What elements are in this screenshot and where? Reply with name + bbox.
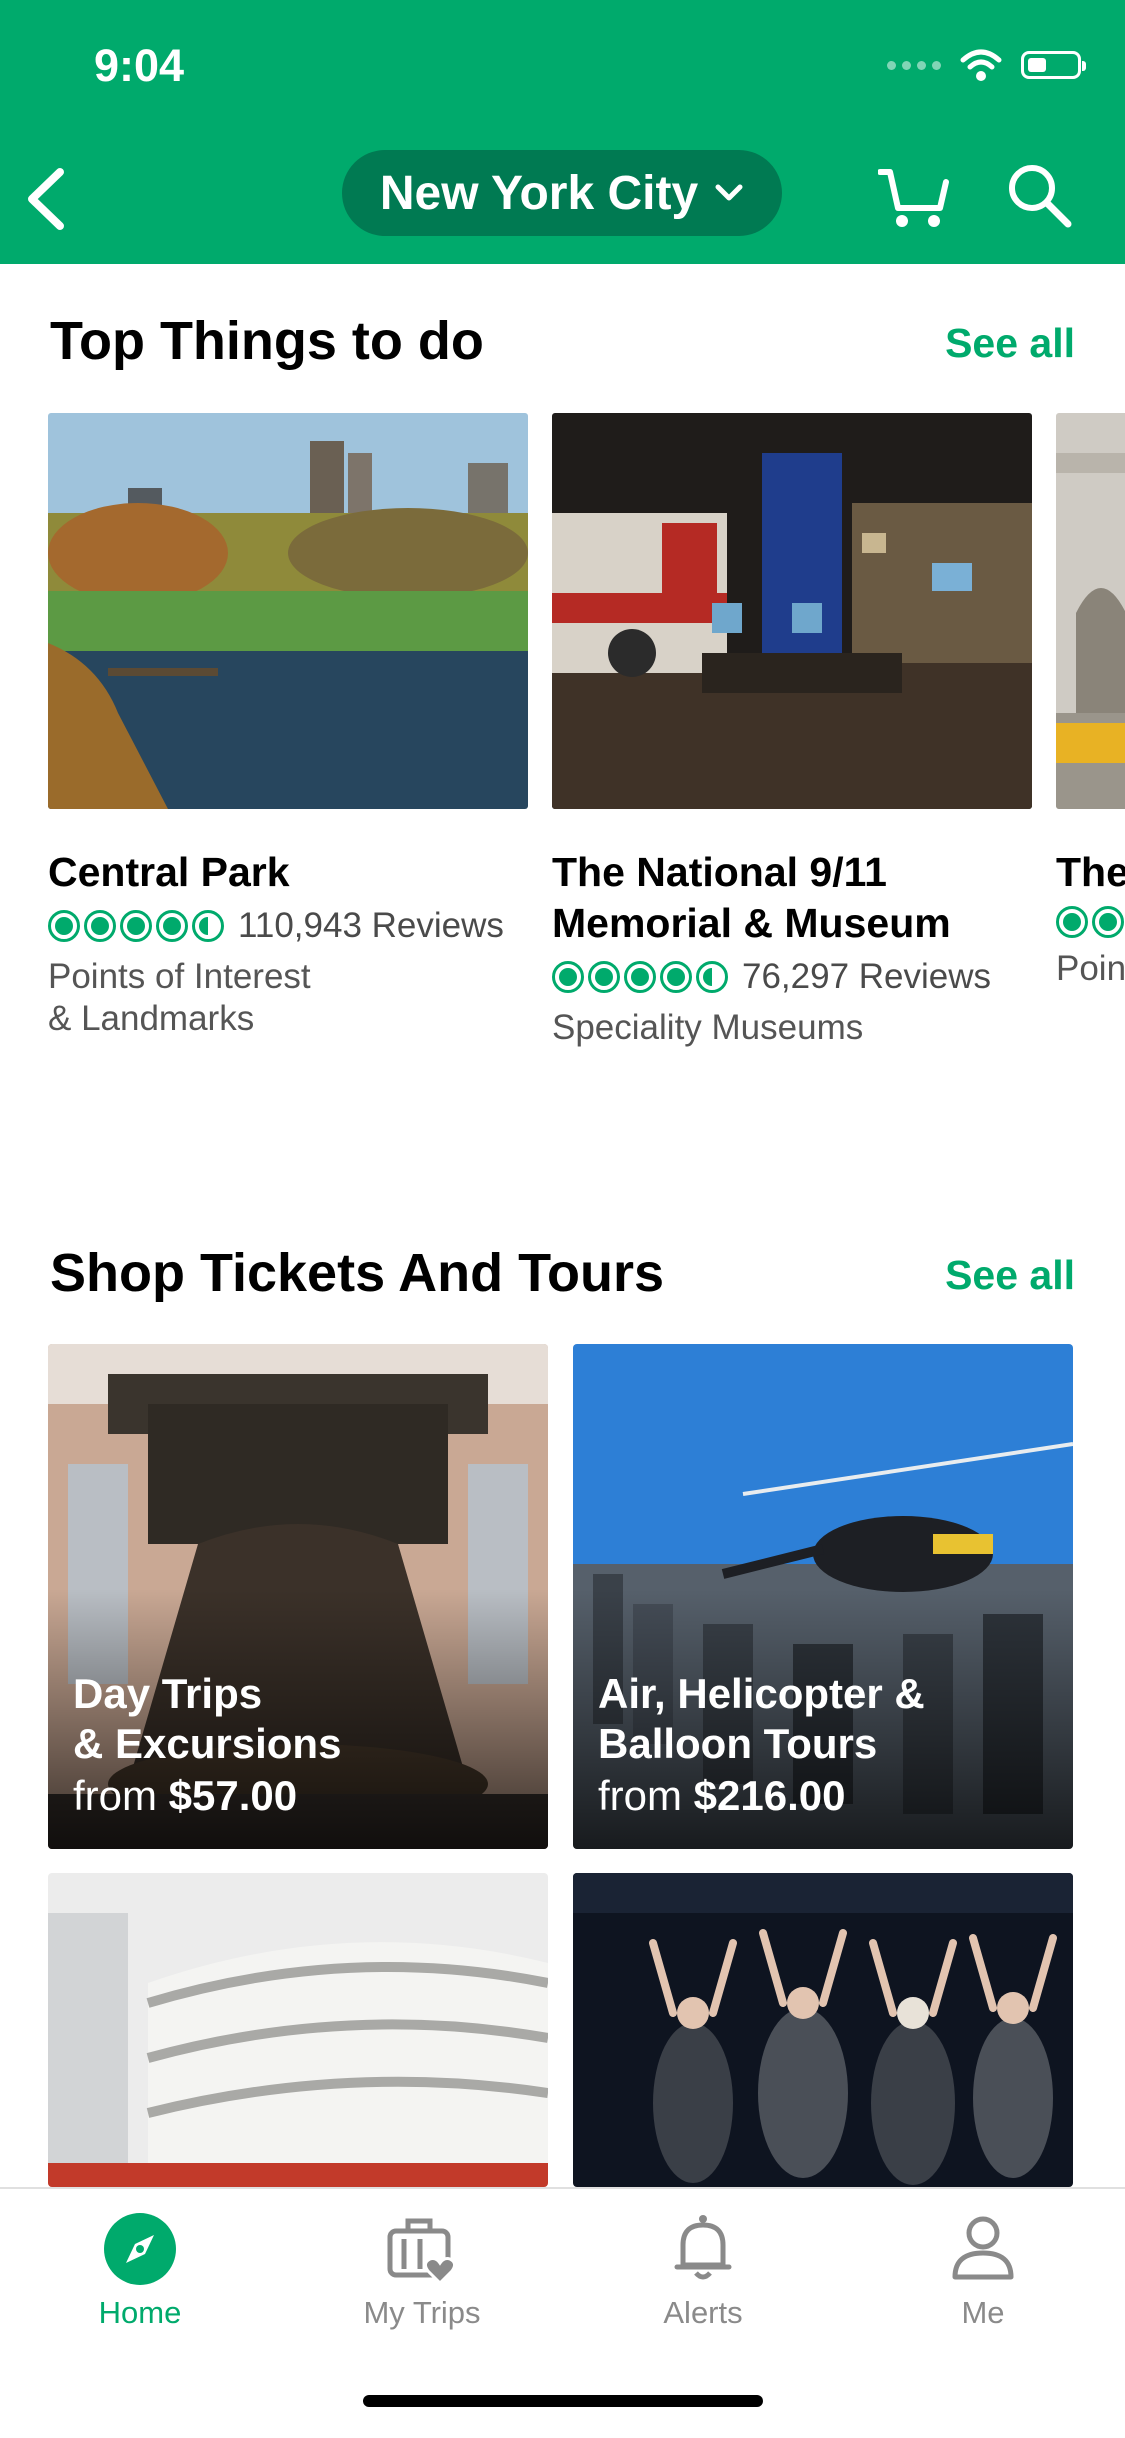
tile-caption: Day Trips & Excursions from $57.00	[73, 1669, 341, 1823]
app-header: 9:04 New York City	[0, 0, 1125, 264]
attraction-name: The National 9/11 Memorial & Museum	[552, 849, 951, 946]
attraction-card[interactable]: Central Park 110,943 Reviews Points of I…	[48, 413, 528, 1040]
tab-label: My Trips	[363, 2295, 481, 2330]
review-count: 110,943 Reviews	[238, 906, 504, 945]
rating-bubbles-icon	[1056, 906, 1125, 938]
tour-category-tile[interactable]	[573, 1873, 1073, 2187]
tab-label: Me	[961, 2295, 1005, 2330]
tour-category-name: Day Trips & Excursions	[73, 1670, 342, 1767]
review-count: 76,297 Reviews	[742, 957, 992, 996]
suitcase-heart-icon	[382, 2209, 462, 2289]
status-time: 9:04	[94, 40, 185, 91]
cart-button[interactable]	[877, 164, 950, 230]
met-museum-photo	[1056, 413, 1125, 809]
tour-price: from $57.00	[73, 1772, 298, 1819]
tab-label: Home	[98, 2295, 182, 2330]
tour-category-name: Air, Helicopter & Balloon Tours	[598, 1670, 925, 1767]
search-icon	[1009, 165, 1072, 228]
tile-caption: Air, Helicopter & Balloon Tours from $21…	[598, 1669, 925, 1823]
chevron-left-icon	[28, 168, 64, 230]
rating-row: 76,297 Reviews	[552, 957, 1032, 997]
rating-bubbles-icon	[552, 961, 728, 993]
signal-icon	[887, 60, 941, 70]
section-title-shop-tours: Shop Tickets And Tours	[50, 1243, 665, 1303]
memorial-museum-photo	[552, 413, 1032, 809]
tab-label: Alerts	[663, 2295, 743, 2330]
attraction-name: The Met Mus	[1056, 849, 1125, 895]
tour-category-tile[interactable]	[48, 1873, 548, 2187]
attraction-category: Points of Interest & Landmarks	[48, 957, 311, 1038]
rating-row	[1056, 906, 1125, 938]
attraction-category: Speciality Museums	[552, 1008, 864, 1047]
tour-category-tile[interactable]: Air, Helicopter & Balloon Tours from $21…	[573, 1344, 1073, 1849]
rating-bubbles-icon	[48, 910, 224, 942]
guggenheim-photo	[48, 1873, 548, 2187]
tour-category-tile[interactable]: Day Trips & Excursions from $57.00	[48, 1344, 548, 1849]
status-icons	[887, 48, 1086, 82]
compass-icon	[100, 2209, 180, 2289]
person-icon	[943, 2209, 1023, 2289]
attraction-card[interactable]: The National 9/11 Memorial & Museum 76,2…	[552, 413, 1032, 1049]
city-selector[interactable]: New York City	[342, 150, 782, 236]
wifi-icon	[960, 49, 1002, 81]
tab-me[interactable]: Me	[883, 2189, 1083, 2331]
attraction-category: Poin & La	[1056, 949, 1125, 988]
city-name: New York City	[379, 166, 699, 220]
back-button[interactable]	[22, 166, 72, 232]
bell-icon	[663, 2209, 743, 2289]
see-all-tours-link[interactable]: See all	[945, 1252, 1075, 1299]
attraction-card[interactable]: The Met Mus Poin & La	[1056, 413, 1125, 990]
see-all-top-things-link[interactable]: See all	[945, 320, 1075, 367]
tab-alerts[interactable]: Alerts	[603, 2189, 803, 2331]
cart-icon	[877, 169, 949, 227]
broadway-dancers-photo	[573, 1873, 1073, 2187]
rating-row: 110,943 Reviews	[48, 906, 528, 946]
section-title-top-things: Top Things to do	[50, 311, 484, 371]
search-button[interactable]	[1004, 160, 1074, 230]
chevron-down-icon	[715, 184, 743, 201]
tab-home[interactable]: Home	[40, 2189, 240, 2331]
battery-icon	[1021, 51, 1086, 79]
tour-price: from $216.00	[598, 1772, 846, 1819]
home-indicator[interactable]	[363, 2395, 763, 2407]
tab-my-trips[interactable]: My Trips	[322, 2189, 522, 2331]
central-park-photo	[48, 413, 528, 809]
attraction-name: Central Park	[48, 849, 290, 895]
